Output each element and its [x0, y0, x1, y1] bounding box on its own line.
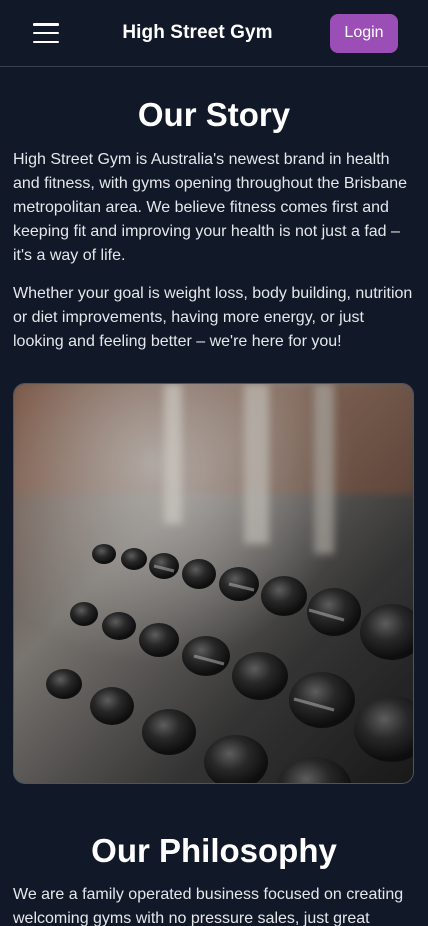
story-paragraph-1: High Street Gym is Australia's newest br… — [13, 151, 408, 264]
login-button[interactable]: Login — [330, 13, 398, 53]
site-header: High Street Gym Login — [0, 0, 428, 67]
brand-title[interactable]: High Street Gym — [122, 22, 272, 44]
our-philosophy-heading: Our Philosophy — [91, 832, 337, 869]
our-story-heading: Our Story — [137, 96, 291, 133]
dumbbell-rack-photo — [13, 383, 414, 784]
main-content: Our Story High Street Gym is Australia's… — [0, 95, 428, 926]
hamburger-menu-icon[interactable] — [33, 23, 59, 43]
story-paragraph-2: Whether your goal is weight loss, body b… — [13, 285, 413, 350]
philosophy-paragraph-1: We are a family operated business focuse… — [13, 886, 404, 926]
